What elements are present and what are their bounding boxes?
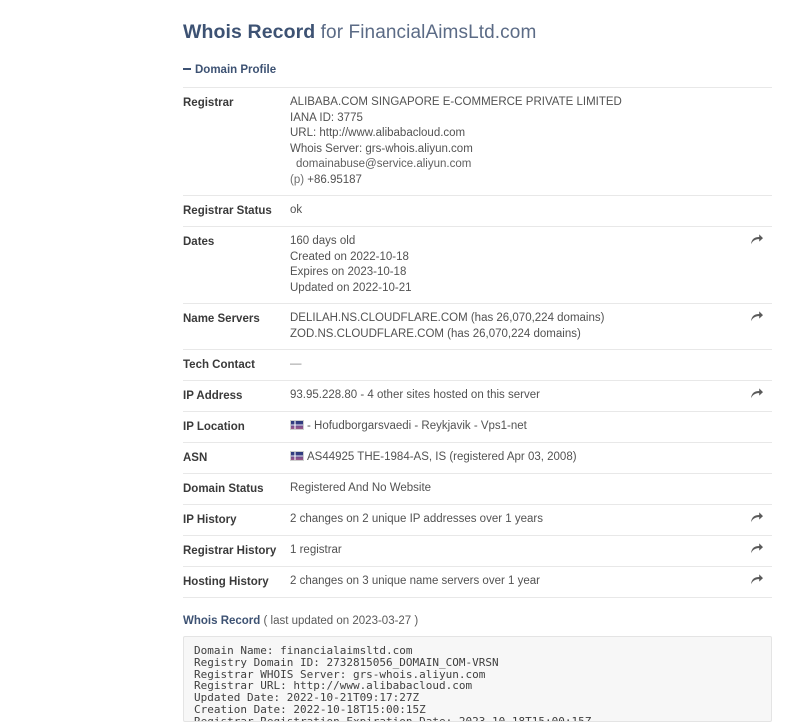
abuse-email[interactable]: domainabuse@service.aliyun.com <box>290 157 732 173</box>
share-arrow-icon[interactable] <box>750 387 772 403</box>
profile-row-label: Name Servers <box>183 313 260 325</box>
profile-value-line: 93.95.228.80 - 4 other sites hosted on t… <box>290 389 540 401</box>
profile-row-value: 2 changes on 3 unique name servers over … <box>290 574 772 590</box>
profile-row-value: DELILAH.NS.CLOUDFLARE.COM (has 26,070,22… <box>290 311 772 342</box>
profile-row: Registrar ALIBABA.COM SINGAPORE E-COMMERC… <box>183 88 772 196</box>
profile-row-label: ASN <box>183 452 208 464</box>
profile-row-value: — <box>290 357 772 373</box>
share-arrow-icon[interactable] <box>750 233 772 249</box>
profile-row: ASN AS44925 THE-1984-AS, IS (registered A… <box>183 443 772 474</box>
profile-value-line: Whois Server: grs-whois.aliyun.com <box>290 142 473 155</box>
profile-row: IP Location - Hofudborgarsvaedi - Reykjav… <box>183 412 772 443</box>
profile-value-line: URL: http://www.alibabacloud.com <box>290 127 466 139</box>
share-arrow-icon[interactable] <box>750 511 772 527</box>
profile-row-label: Domain Status <box>183 483 264 495</box>
profile-row-label: IP History <box>183 514 237 526</box>
profile-row-value: AS44925 THE-1984-AS, IS (registered Apr … <box>290 450 772 466</box>
profile-row-label: IP Location <box>183 421 245 433</box>
profile-row: Domain Status Registered And No Website <box>183 474 772 505</box>
whois-raw-text: Domain Name: financialaimsltd.com Regist… <box>194 644 592 722</box>
phone-number: +86.95187 <box>307 173 362 186</box>
page-title-rest: for FinancialAimsLtd.com <box>315 22 537 43</box>
abuse-phone: (p) +86.95187 <box>290 173 732 189</box>
profile-value-line: - Hofudborgarsvaedi - Reykjavik - Vps1-n… <box>290 419 732 435</box>
profile-value-text: AS44925 THE-1984-AS, IS (registered Apr … <box>307 451 577 463</box>
profile-value-line: IANA ID: 3775 <box>290 111 363 124</box>
profile-value-line: Registered And No Website <box>290 482 432 494</box>
profile-row-label: Tech Contact <box>183 359 255 371</box>
profile-row-label: Registrar Status <box>183 205 272 217</box>
profile-value-line: Updated on 2022-10-21 <box>290 281 412 294</box>
domain-profile-toggle[interactable]: Domain Profile <box>183 63 276 77</box>
profile-value-line: Expires on 2023-10-18 <box>290 266 407 278</box>
profile-value-line: DELILAH.NS.CLOUDFLARE.COM (has 26,070,22… <box>290 312 605 324</box>
whois-updated-note: ( last updated on 2023-03-27 ) <box>263 615 419 627</box>
profile-value-line: ok <box>290 204 303 216</box>
profile-row-value: - Hofudborgarsvaedi - Reykjavik - Vps1-n… <box>290 419 772 435</box>
profile-row-label: Hosting History <box>183 576 269 588</box>
profile-row: Tech Contact — <box>183 350 772 381</box>
country-flag-icon <box>290 420 304 430</box>
profile-row-label: Dates <box>183 236 215 248</box>
profile-row-value: ALIBABA.COM SINGAPORE E-COMMERCE PRIVATE… <box>290 95 772 188</box>
content-column: Whois Record for FinancialAimsLtd.com Do… <box>183 0 772 722</box>
page-title: Whois Record for FinancialAimsLtd.com <box>183 0 772 45</box>
profile-row: Dates 160 days old Created on 2022-10-18 Ex… <box>183 227 772 304</box>
profile-value-line: 1 registrar <box>290 544 342 556</box>
profile-row: Name Servers DELILAH.NS.CLOUDFLARE.COM (h… <box>183 304 772 350</box>
profile-value-text: - Hofudborgarsvaedi - Reykjavik - Vps1-n… <box>307 420 527 432</box>
whois-raw-box[interactable]: Domain Name: financialaimsltd.com Regist… <box>183 636 772 722</box>
profile-row: Registrar History 1 registrar <box>183 536 772 567</box>
profile-row-value: ok <box>290 203 772 219</box>
page-title-strong: Whois Record <box>183 21 316 43</box>
domain-profile-toggle-label: Domain Profile <box>195 64 277 76</box>
profile-row-label: IP Address <box>183 390 243 402</box>
profile-value-line: 160 days old <box>290 235 356 247</box>
profile-row-value: Registered And No Website <box>290 481 772 497</box>
profile-row: Hosting History 2 changes on 3 unique nam… <box>183 567 772 598</box>
profile-row: IP Address 93.95.228.80 - 4 other sites h… <box>183 381 772 412</box>
profile-value-line: — <box>290 358 302 370</box>
profile-value-line: 2 changes on 3 unique name servers over … <box>290 575 540 587</box>
domain-profile-table: Registrar ALIBABA.COM SINGAPORE E-COMMERC… <box>183 87 772 598</box>
whois-record-page: Whois Record for FinancialAimsLtd.com Do… <box>0 0 791 722</box>
profile-row-value: 2 changes on 2 unique IP addresses over … <box>290 512 772 528</box>
share-arrow-icon[interactable] <box>750 542 772 558</box>
profile-row-value: 93.95.228.80 - 4 other sites hosted on t… <box>290 388 772 404</box>
profile-row-value: 1 registrar <box>290 543 772 559</box>
profile-value-line: Created on 2022-10-18 <box>290 250 409 263</box>
profile-value-line: AS44925 THE-1984-AS, IS (registered Apr … <box>290 450 732 466</box>
whois-record-link[interactable]: Whois Record <box>183 615 260 627</box>
profile-row: IP History 2 changes on 2 unique IP addre… <box>183 505 772 536</box>
profile-value-line: ZOD.NS.CLOUDFLARE.COM (has 26,070,224 do… <box>290 327 581 340</box>
profile-row-value: 160 days old Created on 2022-10-18 Expires… <box>290 234 772 296</box>
profile-row: Registrar Status ok <box>183 196 772 227</box>
profile-row-label: Registrar <box>183 97 234 109</box>
profile-row-label: Registrar History <box>183 545 277 557</box>
profile-value-line: 2 changes on 2 unique IP addresses over … <box>290 513 543 525</box>
whois-record-heading: Whois Record ( last updated on 2023-03-2… <box>183 614 772 629</box>
phone-prefix: (p) <box>290 173 305 186</box>
profile-value-line: ALIBABA.COM SINGAPORE E-COMMERCE PRIVATE… <box>290 96 622 108</box>
share-arrow-icon[interactable] <box>750 310 772 326</box>
share-arrow-icon[interactable] <box>750 573 772 589</box>
minus-icon <box>183 68 191 71</box>
country-flag-icon <box>290 451 304 461</box>
